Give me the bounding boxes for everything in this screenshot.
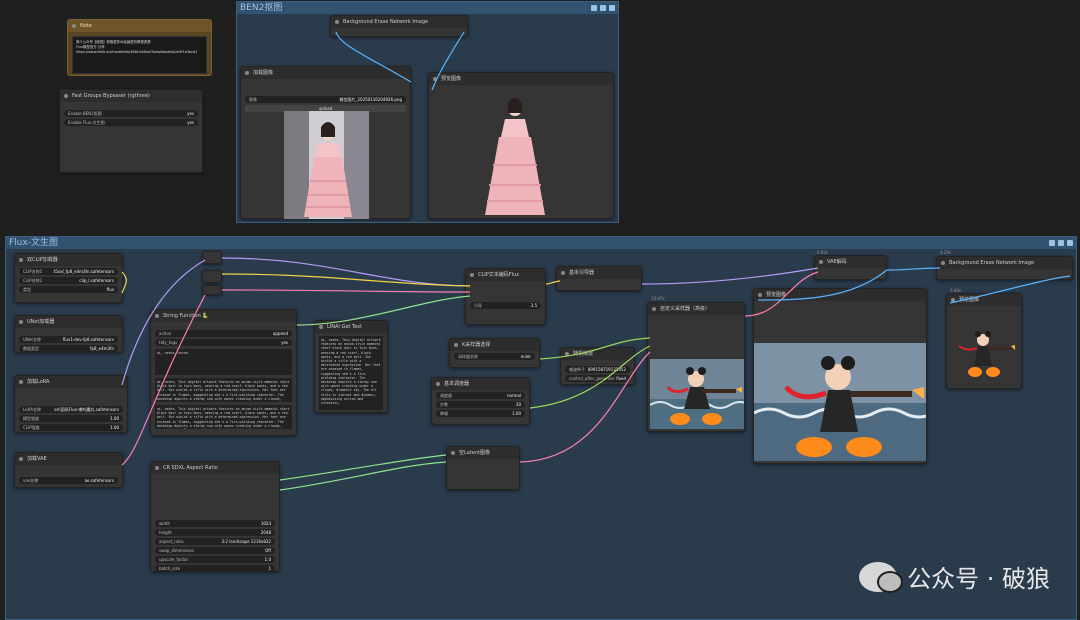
generated-image (754, 343, 926, 461)
reroute-node-1[interactable] (202, 251, 222, 264)
group-controls-flux[interactable] (1049, 240, 1076, 246)
swap-dimensions-select[interactable]: swap_dimensions Off (155, 547, 275, 554)
clip-name-2[interactable]: CLIP名称2 clip_l.safetensors (19, 277, 118, 284)
note-node[interactable]: Note 简介公众号【破狼】获取更多AI绘画进阶教程资源 Flux模型官方-分享… (67, 19, 212, 76)
height-field[interactable]: height 2048 (155, 529, 275, 536)
group-controls[interactable] (591, 5, 618, 11)
clip-encode-title: CLIP文本编码Flux (466, 269, 545, 281)
show-text-output[interactable]: ai, nezha, This digital artwork features… (319, 336, 383, 410)
vae-decode-node[interactable]: VAE解码 (814, 255, 887, 280)
bg-erase-top-title: Background Erase Network Image (331, 16, 467, 28)
note-title: Note (68, 20, 211, 32)
group-ben2-title: BEN2抠图 (240, 3, 283, 13)
dual-clip-loader-node[interactable]: 双CLIP加载器 CLIP名称1 t5xxl_fp8_e4m3fn.safeten… (14, 253, 123, 303)
text-c-field[interactable]: ai, nezha, This digital artwork features… (155, 405, 292, 429)
guidance-field[interactable]: 引导 3.5 (470, 302, 541, 309)
group-flux-title: Flux-文生图 (9, 238, 58, 248)
scheduler-select[interactable]: 调度器 normal (436, 392, 525, 399)
preview-main-title: 预览图像 (754, 289, 926, 301)
random-noise-title: 随机噪波 (561, 348, 634, 360)
steps-field[interactable]: 步数 30 (436, 401, 525, 408)
preview-top-title: 预览图像 (429, 73, 613, 85)
preview-main-node[interactable]: 预览图像 (753, 288, 927, 464)
vae-loader-node[interactable]: 加载VAE vae名称 ae.safetensors (14, 452, 123, 488)
upscale-factor-field[interactable]: upscale_factor 1.0 (155, 556, 275, 563)
bg-erase-bottom-node[interactable]: Background Erase Network Image (936, 256, 1073, 280)
sampler-name-select[interactable]: 采样器名称 euler (454, 353, 535, 360)
dual-clip-title: 双CLIP加载器 (15, 254, 122, 266)
note-line-3: https://www.liblib.art/modelinfo/488c5d4… (76, 50, 198, 54)
custom-sampler-title: 自定义采样器（高级） (648, 303, 744, 315)
scheduler-title: 基本调度器 (432, 378, 529, 390)
reroute-node-3[interactable] (202, 285, 222, 295)
vae-decode-title: VAE解码 (815, 256, 886, 268)
bypass-toggle-ben2[interactable]: Enable BEN2抠图 yes (64, 110, 198, 117)
comfyui-canvas[interactable]: Note 简介公众号【破狼】获取更多AI绘画进阶教程资源 Flux模型官方-分享… (0, 0, 1080, 620)
unet-loader-node[interactable]: UNet加载器 UNet名称 flux1-dev-fp8.safetensors … (14, 315, 123, 353)
basic-guider-title: 基本引导器 (557, 267, 641, 279)
reroute-node-2[interactable] (202, 270, 222, 283)
vae-name[interactable]: vae名称 ae.safetensors (19, 477, 118, 484)
bg-erase-bottom-time: 4.29s (940, 250, 951, 255)
noise-seed-field[interactable]: 噪波种子 899158719131352 (565, 366, 630, 373)
wechat-icon (859, 561, 904, 593)
cutout-character-image (955, 326, 1015, 378)
denoise-field[interactable]: 降噪 1.00 (436, 410, 525, 417)
aspect-ratio-select[interactable]: aspect_ratio 3:2 landscape 1216x832 (155, 538, 275, 545)
clip-text-encode-flux-node[interactable]: CLIP文本编码Flux 引导 3.5 (465, 268, 546, 325)
load-image-node[interactable]: 加载图像 图像 微信图片_20250116204926.png upload (240, 66, 411, 219)
lora-name[interactable]: LoRA名称 ssl\国风Flux-哪吒魔丸.safetensors (19, 406, 123, 413)
sdxl-aspect-ratio-node[interactable]: CR SDXL Aspect Ratio width 1024 height 204… (150, 461, 280, 572)
note-body[interactable]: 简介公众号【破狼】获取更多AI绘画进阶教程资源 Flux模型官方-分享 http… (72, 36, 207, 74)
basic-scheduler-node[interactable]: 基本调度器 调度器 normal 步数 30 降噪 1.00 (431, 377, 530, 425)
bypass-toggle-flux[interactable]: Enable Flux-文生图 yes (64, 119, 198, 126)
control-after-generate[interactable]: control_after_generate fixed (565, 375, 630, 382)
batch-size-field[interactable]: batch_size 1 (155, 565, 275, 572)
lora-model-strength[interactable]: 模型强度 1.00 (19, 415, 123, 422)
watermark-text: 公众号 · 破狼 (907, 565, 1050, 593)
empty-latent-node[interactable]: 空Latent图像 (446, 446, 520, 490)
action-select[interactable]: action append (155, 330, 292, 337)
width-field[interactable]: width 1024 (155, 520, 275, 527)
string-function-node[interactable]: String Function 🐍 action append tidy_tags… (150, 309, 297, 436)
text-b-field[interactable]: ai, nezha, This digital artwork features… (155, 378, 292, 402)
fast-groups-bypasser-node[interactable]: Fast Groups Bypasser (rgthree) Enable BE… (59, 89, 203, 173)
random-noise-node[interactable]: 随机噪波 噪波种子 899158719131352 control_after_g… (560, 347, 635, 385)
custom-sampler-node[interactable]: 自定义采样器（高级） (647, 302, 745, 432)
bg-erase-bottom-title: Background Erase Network Image (937, 257, 1072, 269)
lora-clip-strength[interactable]: CLIP强度 1.00 (19, 424, 123, 431)
show-text-title: LINAI Get Text (315, 321, 387, 333)
aspect-title: CR SDXL Aspect Ratio (151, 462, 279, 474)
sampler-preview-image (650, 359, 744, 429)
lora-title: 加载LoRA (15, 376, 127, 388)
show-text-node[interactable]: LINAI Get Text ai, nezha, This digital a… (314, 320, 388, 413)
text-a-field[interactable]: ai, nezha, nezha (155, 349, 292, 375)
bypasser-title: Fast Groups Bypasser (rgthree) (60, 90, 202, 102)
clip-name-1[interactable]: CLIP名称1 t5xxl_fp8_e4m3fn.safetensors (19, 268, 118, 275)
loaded-photo (284, 111, 369, 219)
unet-name[interactable]: UNet名称 flux1-dev-fp8.safetensors (19, 336, 118, 343)
watermark: 公众号 · 破狼 (859, 559, 1050, 594)
tidy-tags-select[interactable]: tidy_tags yes (155, 339, 292, 346)
clip-type[interactable]: 类型 flux (19, 286, 118, 293)
image-select[interactable]: 图像 微信图片_20250116204926.png (245, 96, 406, 103)
sampler-select-title: K采样器选择 (450, 339, 539, 351)
unet-dtype[interactable]: 数据类型 fp8_e4m3fn (19, 345, 118, 352)
string-function-title: String Function 🐍 (151, 310, 296, 322)
sampler-select-node[interactable]: K采样器选择 采样器名称 euler (449, 338, 540, 368)
empty-latent-title: 空Latent图像 (447, 447, 519, 459)
unet-title: UNet加载器 (15, 316, 122, 328)
basic-guider-node[interactable]: 基本引导器 (556, 266, 642, 291)
vae-title: 加载VAE (15, 453, 122, 465)
lora-loader-node[interactable]: 加载LoRA LoRA名称 ssl\国风Flux-哪吒魔丸.safetensors… (14, 375, 128, 433)
preview-top-node[interactable]: 预览图像 (428, 72, 614, 219)
bg-erase-top-node[interactable]: Background Erase Network Image (330, 15, 468, 37)
load-image-title: 加载图像 (241, 67, 410, 79)
preview-right-node[interactable]: 预览图像 (946, 293, 1022, 389)
cutout-photo (479, 97, 549, 217)
custom-sampler-time: 13.07s (651, 296, 665, 301)
preview-right-title: 预览图像 (947, 294, 1021, 306)
